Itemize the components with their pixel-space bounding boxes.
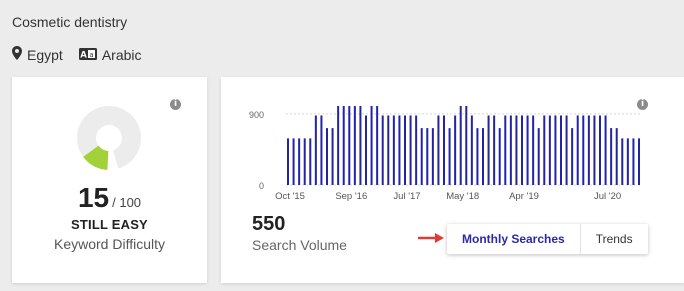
bar[interactable]: [426, 128, 429, 185]
bar[interactable]: [376, 106, 379, 185]
map-pin-icon: [12, 46, 27, 63]
bar[interactable]: [582, 115, 585, 185]
bar[interactable]: [359, 106, 362, 185]
difficulty-donut-chart: [77, 106, 141, 170]
difficulty-caption: Keyword Difficulty: [53, 236, 165, 252]
bar[interactable]: [571, 128, 574, 185]
bar[interactable]: [621, 138, 624, 185]
language-item: Aa Arabic: [78, 46, 142, 63]
bar[interactable]: [470, 115, 473, 185]
bar[interactable]: [476, 128, 479, 185]
location-item: Egypt: [12, 46, 63, 63]
bar[interactable]: [509, 115, 512, 185]
search-volume-caption: Search Volume: [252, 237, 347, 253]
bar[interactable]: [459, 106, 462, 185]
bar[interactable]: [398, 115, 401, 185]
difficulty-score-value: 15: [77, 182, 110, 213]
bar[interactable]: [599, 115, 601, 185]
bar[interactable]: [431, 128, 434, 185]
bar[interactable]: [337, 106, 340, 185]
keyword-difficulty-card: i 15/ 100 STILL EASY Keyword Difficulty: [12, 77, 207, 283]
x-tick-label: May '18: [446, 191, 479, 202]
bar[interactable]: [309, 138, 312, 185]
svg-text:a: a: [89, 51, 93, 59]
bar[interactable]: [593, 115, 596, 185]
bar[interactable]: [565, 115, 568, 185]
bar[interactable]: [287, 138, 289, 185]
keyword-meta: Egypt Aa Arabic: [12, 46, 158, 63]
bar[interactable]: [548, 115, 551, 185]
bar[interactable]: [638, 138, 640, 185]
x-tick-label: Jul '20: [594, 191, 621, 202]
x-tick-label: Oct '15: [275, 191, 305, 202]
bar[interactable]: [521, 115, 523, 185]
bar[interactable]: [303, 138, 306, 185]
bar[interactable]: [465, 106, 468, 185]
bar[interactable]: [387, 115, 390, 185]
x-tick-label: Jul '17: [393, 191, 420, 202]
arrow-right-icon: [418, 233, 444, 243]
difficulty-status: STILL EASY: [71, 217, 148, 232]
bar[interactable]: [448, 128, 451, 185]
bar[interactable]: [560, 115, 562, 185]
bar[interactable]: [437, 115, 440, 185]
search-volume-card: i 900 0 Oct '15 Sep '16 Jul '17 May '18 Apr '…: [221, 77, 684, 283]
bar[interactable]: [314, 115, 317, 185]
bar[interactable]: [353, 106, 356, 185]
bar[interactable]: [493, 115, 496, 185]
bar[interactable]: [454, 115, 457, 185]
bar[interactable]: [626, 138, 629, 185]
bar[interactable]: [543, 115, 546, 185]
bar[interactable]: [365, 115, 367, 185]
bar[interactable]: [526, 115, 529, 185]
bar[interactable]: [482, 128, 484, 185]
bar[interactable]: [298, 138, 301, 185]
bar[interactable]: [515, 115, 518, 185]
language-label: Arabic: [101, 46, 142, 63]
chart-mode-toggle[interactable]: Monthly Searches Trends: [447, 224, 648, 254]
bar[interactable]: [615, 128, 618, 185]
bar[interactable]: [292, 138, 295, 185]
svg-text:A: A: [80, 50, 87, 60]
search-volume-value: 550: [252, 213, 286, 235]
bar[interactable]: [587, 115, 590, 185]
y-tick-label: 900: [249, 110, 264, 120]
search-volume-bar-chart: 900 0 Oct '15 Sep '16 Jul '17 May '18 Apr '19…: [249, 106, 641, 202]
bar[interactable]: [409, 115, 412, 185]
bar[interactable]: [532, 115, 535, 185]
location-label: Egypt: [27, 46, 63, 63]
bar[interactable]: [487, 115, 490, 185]
difficulty-score-max: / 100: [112, 195, 142, 210]
bar[interactable]: [537, 128, 540, 185]
bar[interactable]: [604, 115, 607, 185]
x-tick-label: Apr '19: [509, 191, 539, 202]
bar[interactable]: [554, 115, 557, 185]
bar[interactable]: [381, 115, 384, 185]
trends-tab[interactable]: Trends: [579, 224, 648, 254]
bar[interactable]: [415, 115, 418, 185]
difficulty-score: 15/ 100: [12, 182, 207, 214]
translate-icon: Aa: [78, 47, 102, 63]
y-tick-label: 0: [259, 181, 264, 191]
bar[interactable]: [342, 106, 345, 185]
bar[interactable]: [326, 128, 328, 185]
bar[interactable]: [610, 128, 613, 185]
bar[interactable]: [632, 138, 635, 185]
bar[interactable]: [348, 106, 351, 185]
bar[interactable]: [576, 115, 579, 185]
bar[interactable]: [420, 128, 423, 185]
x-tick-label: Sep '16: [335, 191, 367, 202]
monthly-searches-tab[interactable]: Monthly Searches: [447, 224, 580, 254]
bar[interactable]: [392, 115, 395, 185]
info-icon[interactable]: i: [170, 99, 181, 110]
bar[interactable]: [331, 128, 334, 185]
keyword-title: Cosmetic dentistry: [12, 14, 128, 30]
bar[interactable]: [443, 115, 445, 185]
bar[interactable]: [498, 128, 501, 185]
bar[interactable]: [320, 115, 323, 185]
bar[interactable]: [504, 115, 507, 185]
bar[interactable]: [370, 106, 373, 185]
bar[interactable]: [404, 115, 406, 185]
